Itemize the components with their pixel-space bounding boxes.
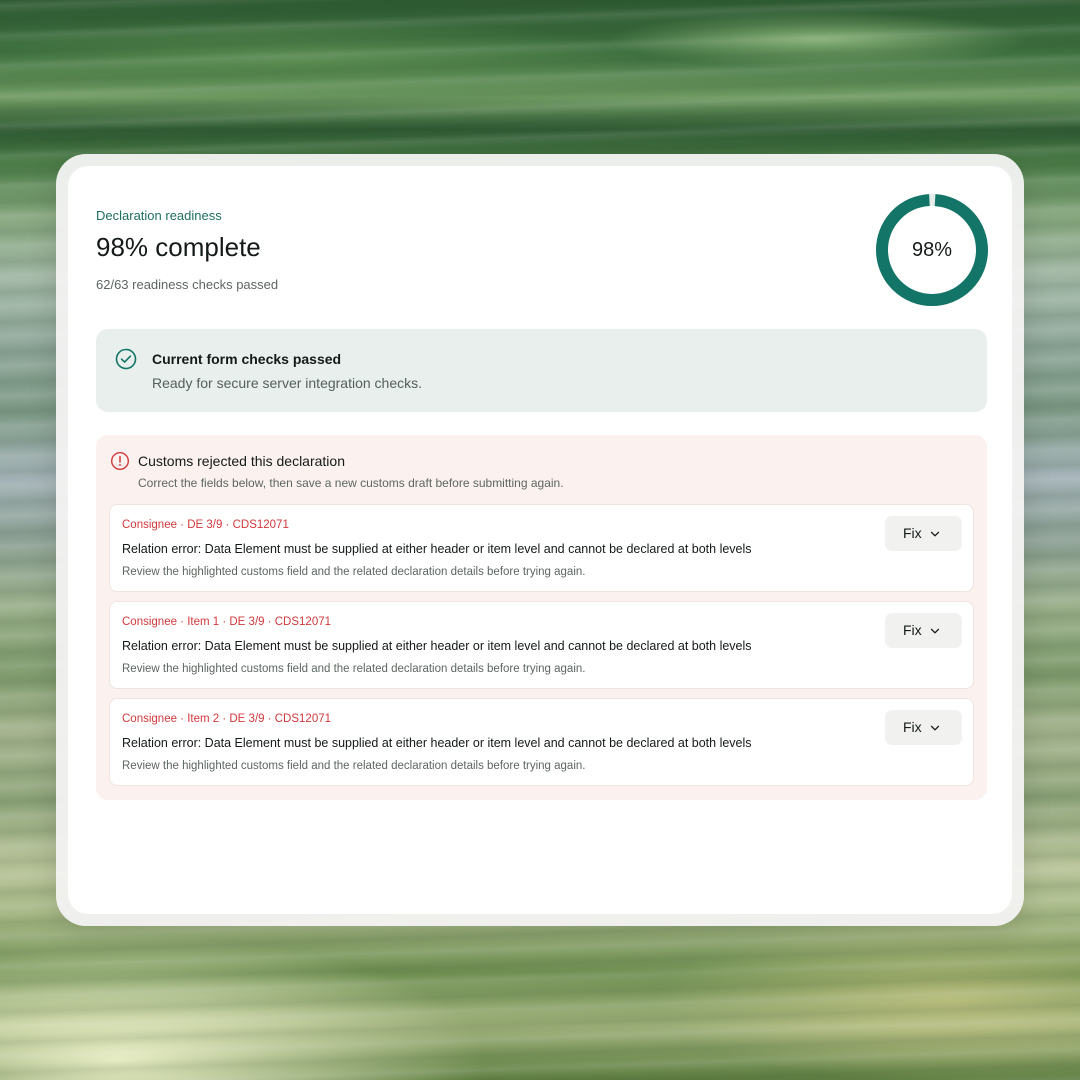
chevron-down-icon	[930, 531, 940, 537]
readiness-card: Declaration readiness 98% complete 62/63…	[68, 166, 1012, 914]
rejection-description: Correct the fields below, then save a ne…	[138, 476, 564, 490]
error-message: Relation error: Data Element must be sup…	[122, 639, 752, 653]
chevron-down-icon	[930, 725, 940, 731]
error-item: Consignee · DE 3/9 · CDS12071 Relation e…	[109, 504, 974, 592]
check-circle-icon	[115, 348, 137, 370]
success-description: Ready for secure server integration chec…	[152, 375, 423, 391]
fix-button-label: Fix	[903, 622, 922, 638]
rejection-panel: Customs rejected this declaration Correc…	[96, 435, 987, 800]
fix-button[interactable]: Fix	[885, 710, 962, 745]
error-item: Consignee · Item 1 · DE 3/9 · CDS12071 R…	[109, 601, 974, 689]
error-list: Consignee · DE 3/9 · CDS12071 Relation e…	[109, 504, 974, 795]
fix-button[interactable]: Fix	[885, 613, 962, 648]
device-frame: Declaration readiness 98% complete 62/63…	[56, 154, 1024, 926]
fix-button[interactable]: Fix	[885, 516, 962, 551]
error-hint: Review the highlighted customs field and…	[122, 663, 586, 675]
progress-ring-label: 98%	[911, 239, 953, 261]
readiness-headline: 98% complete	[96, 232, 261, 262]
error-hint: Review the highlighted customs field and…	[122, 760, 586, 772]
success-title: Current form checks passed	[152, 351, 342, 367]
alert-circle-icon	[110, 451, 130, 471]
fix-button-label: Fix	[903, 719, 922, 735]
error-reference: Consignee · Item 2 · DE 3/9 · CDS12071	[122, 713, 332, 725]
error-hint: Review the highlighted customs field and…	[122, 566, 586, 578]
success-banner: Current form checks passed Ready for sec…	[96, 329, 987, 412]
checks-summary: 62/63 readiness checks passed	[96, 277, 279, 292]
fix-button-label: Fix	[903, 525, 922, 541]
error-reference: Consignee · DE 3/9 · CDS12071	[122, 519, 289, 531]
error-item: Consignee · Item 2 · DE 3/9 · CDS12071 R…	[109, 698, 974, 786]
rejection-title: Customs rejected this declaration	[138, 453, 345, 469]
error-message: Relation error: Data Element must be sup…	[122, 736, 752, 750]
error-message: Relation error: Data Element must be sup…	[122, 542, 752, 556]
readiness-eyebrow: Declaration readiness	[96, 208, 222, 223]
error-reference: Consignee · Item 1 · DE 3/9 · CDS12071	[122, 616, 332, 628]
chevron-down-icon	[930, 628, 940, 634]
